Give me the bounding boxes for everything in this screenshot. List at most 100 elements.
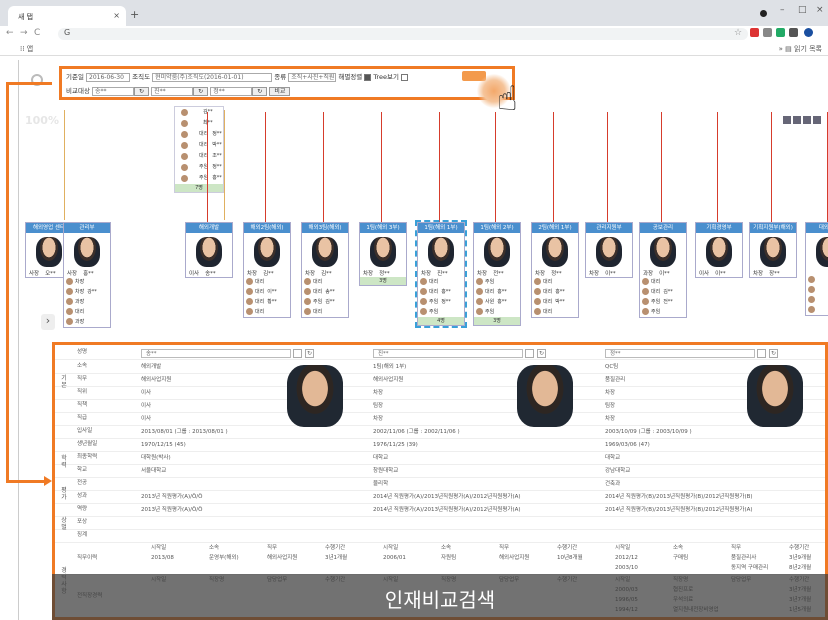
member-row[interactable]: 김**: [175, 107, 223, 118]
new-tab-button[interactable]: +: [130, 8, 139, 21]
profile-avatar[interactable]: [804, 28, 813, 37]
node-member[interactable]: 주임: [474, 277, 520, 287]
extension-icon-3[interactable]: [776, 28, 785, 37]
org-node[interactable]: 관리지원부 차장 이**: [585, 222, 633, 278]
node-member[interactable]: 주임: [418, 307, 464, 317]
org-node[interactable]: 1팀(해외 1부) 차장 진** 대리 대리 홍** 주임 정** 주임 4명: [415, 220, 467, 328]
browser-tab[interactable]: 새 탭 ×: [8, 6, 126, 26]
node-member[interactable]: [806, 295, 828, 305]
node-member[interactable]: [806, 285, 828, 295]
node-member[interactable]: 대리: [244, 277, 290, 287]
node-member[interactable]: 주임 전**: [640, 297, 686, 307]
extension-icon-4[interactable]: [789, 28, 798, 37]
reset-icon-3[interactable]: ↻: [252, 86, 268, 96]
scale-checkbox[interactable]: [364, 73, 372, 81]
node-member[interactable]: 사원 홍**: [474, 297, 520, 307]
reset-icon-1[interactable]: ↻: [134, 86, 150, 96]
member-row[interactable]: 주임 홍**: [175, 173, 223, 184]
scroll-left-arrow[interactable]: ›: [41, 314, 55, 330]
reset-icon[interactable]: ↻: [305, 349, 314, 358]
person-name-input[interactable]: 송**: [141, 349, 291, 358]
forward-icon[interactable]: →: [20, 28, 28, 38]
node-member[interactable]: 주임 김**: [302, 297, 348, 307]
reset-icon[interactable]: ↻: [769, 349, 778, 358]
tab-search-icon[interactable]: [760, 10, 767, 17]
org-node[interactable]: 해외2팀(해외) 차장 김** 대리 대리 이** 대리 황** 대리: [243, 222, 291, 318]
back-icon[interactable]: ←: [6, 28, 14, 38]
export-icon[interactable]: [813, 116, 821, 124]
node-member[interactable]: 주임: [474, 307, 520, 317]
person-name-input[interactable]: 정**: [605, 349, 755, 358]
node-member[interactable]: 주임 정**: [418, 297, 464, 307]
org-node[interactable]: 기획지원부(해외) 차장 장**: [749, 222, 797, 278]
member-row[interactable]: 최**: [175, 118, 223, 129]
node-member[interactable]: 주임: [640, 307, 686, 317]
org-node[interactable]: 관리부 사장 홍** 차장 차장 강** 과장 대리 과장: [63, 222, 111, 328]
bookmark-star-icon[interactable]: ☆: [734, 28, 742, 38]
compare-person-2[interactable]: 진**: [151, 86, 194, 96]
org-node[interactable]: 1팀(해외 2부) 차장 전** 주임 대리 홍** 사원 홍** 주임 3명: [473, 222, 521, 326]
reload-icon[interactable]: C: [34, 28, 40, 38]
node-member[interactable]: 대리: [532, 277, 578, 287]
node-member[interactable]: 차장: [64, 277, 110, 287]
node-member[interactable]: 대리: [64, 307, 110, 317]
member-row[interactable]: 주임 정**: [175, 162, 223, 173]
org-node[interactable]: 공보관리 과장 이** 대리 대리 김** 주임 전** 주임: [639, 222, 687, 318]
node-member[interactable]: 대리: [640, 277, 686, 287]
org-node[interactable]: 2팀(해외 1부) 차장 정** 대리 대리 홍** 대리 박** 대리: [531, 222, 579, 318]
node-member[interactable]: 대리: [244, 307, 290, 317]
org-node[interactable]: 해외3팀(해외) 차장 김** 대리 대리 송** 주임 김** 대리: [301, 222, 349, 318]
tree-checkbox[interactable]: [401, 73, 409, 81]
search-icon[interactable]: [757, 349, 766, 358]
node-member[interactable]: 대리 홍**: [532, 287, 578, 297]
maximize-icon[interactable]: □: [798, 5, 807, 15]
node-member[interactable]: 대리 홍**: [418, 287, 464, 297]
org-node[interactable]: 기획경영부 이사 이**: [695, 222, 743, 278]
node-member[interactable]: 대리 송**: [302, 287, 348, 297]
compare-person-3[interactable]: 정**: [210, 86, 253, 96]
date-input[interactable]: 2016-06-30: [86, 72, 131, 82]
print-icon[interactable]: [783, 116, 791, 124]
close-window-icon[interactable]: ×: [816, 5, 824, 15]
org-node[interactable]: 1팀(해외 3부) 차장 정** 3명: [359, 222, 407, 286]
tab-close-icon[interactable]: ×: [113, 11, 120, 20]
node-member[interactable]: 대리 황**: [244, 297, 290, 307]
save-icon[interactable]: [793, 116, 801, 124]
member-row[interactable]: 대리 조**: [175, 151, 223, 162]
apps-shortcut[interactable]: ⁞⁞ 앱: [20, 44, 33, 54]
node-member[interactable]: 대리: [302, 307, 348, 317]
node-name: 이**: [715, 271, 726, 277]
extension-icon-1[interactable]: [750, 28, 759, 37]
org-node[interactable]: 대외협력: [805, 222, 828, 316]
node-member[interactable]: 대리 김**: [640, 287, 686, 297]
address-bar: ← → C G ☆: [0, 26, 828, 42]
node-member[interactable]: 대리: [418, 277, 464, 287]
node-member[interactable]: 대리 홍**: [474, 287, 520, 297]
person-name-input[interactable]: 진**: [373, 349, 523, 358]
search-icon[interactable]: [525, 349, 534, 358]
reading-list[interactable]: » ▤ 읽기 목록: [779, 44, 822, 54]
minimize-icon[interactable]: –: [780, 5, 785, 15]
folder-icon[interactable]: [803, 116, 811, 124]
node-member[interactable]: 과장: [64, 317, 110, 327]
node-member[interactable]: [806, 275, 828, 285]
compare-person-1[interactable]: 송**: [92, 86, 134, 96]
omnibox[interactable]: G: [58, 28, 748, 40]
node-member[interactable]: 대리 박**: [532, 297, 578, 307]
reset-icon[interactable]: ↻: [537, 349, 546, 358]
extension-icon-2[interactable]: [763, 28, 772, 37]
compare-button[interactable]: 비교: [269, 86, 291, 96]
member-row[interactable]: 대리 정**: [175, 129, 223, 140]
member-row[interactable]: 대리 박**: [175, 140, 223, 151]
node-member[interactable]: 대리 이**: [244, 287, 290, 297]
node-member[interactable]: 대리: [532, 307, 578, 317]
type-select[interactable]: 조직+사진+직원: [288, 72, 337, 82]
node-member[interactable]: 대리: [302, 277, 348, 287]
org-node[interactable]: 해외개발 이사 송**: [185, 222, 233, 278]
node-member[interactable]: [806, 305, 828, 315]
reset-icon-2[interactable]: ↻: [193, 86, 209, 96]
search-icon[interactable]: [293, 349, 302, 358]
node-member[interactable]: 과장: [64, 297, 110, 307]
org-select[interactable]: 현미약룸(주)조직도(2016-01-01): [152, 72, 273, 82]
node-member[interactable]: 차장 강**: [64, 287, 110, 297]
